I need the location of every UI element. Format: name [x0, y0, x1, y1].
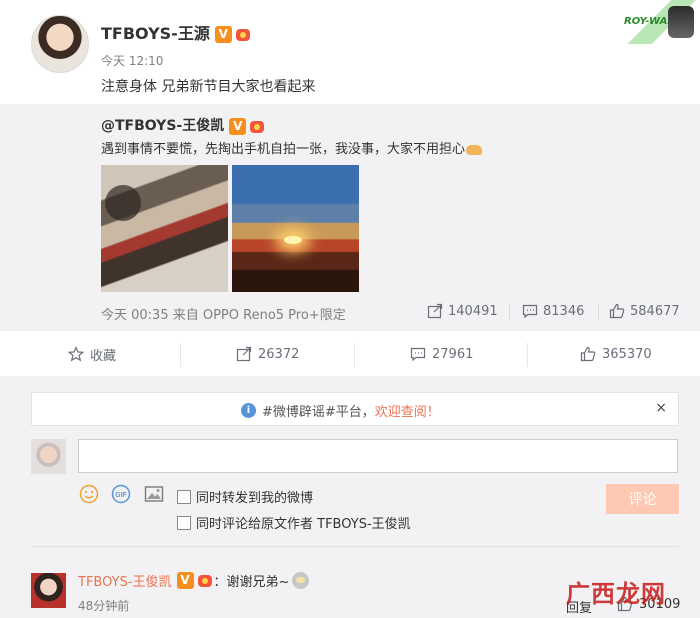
repost-image-sunset[interactable]: [232, 165, 359, 292]
comment-to-author-label[interactable]: 同时评论给原文作者 TFBOYS-王俊凯: [196, 513, 411, 532]
repost-author[interactable]: @TFBOYS-王俊凯 V: [101, 115, 266, 135]
post-text: 注意身体 兄弟新节目大家也看起来: [101, 79, 316, 95]
comment-icon: [410, 347, 426, 362]
verified-icon: V: [214, 26, 232, 43]
share-button[interactable]: 26372: [236, 331, 299, 377]
like-button[interactable]: 365370: [580, 331, 652, 377]
comment-text: ：谢谢兄弟~: [213, 575, 290, 590]
repost-author-name[interactable]: @TFBOYS-王俊凯: [101, 118, 224, 134]
post-author-name[interactable]: TFBOYS-王源: [101, 24, 210, 43]
share-icon: [427, 303, 443, 319]
emoji-icon[interactable]: [79, 484, 99, 504]
repost-checkbox[interactable]: [177, 489, 191, 504]
comment-button[interactable]: 27961: [410, 331, 473, 377]
stat-divider: [598, 305, 599, 319]
comment-time: 48分钟前: [78, 599, 130, 613]
stat-divider: [509, 305, 510, 319]
verified-icon: V: [229, 117, 247, 135]
thumbs-up-icon: [580, 346, 596, 362]
doge-emoji-icon: [292, 572, 310, 589]
current-user-avatar[interactable]: [31, 439, 66, 474]
rumor-notice-bar: i #微博辟谣#平台，欢迎查阅！ ×: [31, 392, 679, 426]
thumbs-up-icon: [609, 303, 625, 319]
weibo-card: TFBOYS-王源 V 今天 12:10 注意身体 兄弟新节目大家也看起来 ROY…: [0, 0, 700, 618]
site-watermark: 广西龙网: [566, 579, 666, 608]
comment-to-author-checkbox[interactable]: [177, 515, 191, 530]
info-icon: i: [241, 403, 256, 418]
member-crown-icon: [234, 26, 252, 43]
repost-text: 遇到事情不要慌，先掏出手机自拍一张，我没事，大家不用担心: [101, 138, 483, 157]
rumor-notice: i #微博辟谣#平台，欢迎查阅！: [241, 401, 440, 420]
comment-to-author-option[interactable]: 同时评论给原文作者 TFBOYS-王俊凯: [177, 513, 411, 532]
comment-author-avatar[interactable]: [31, 573, 66, 608]
repost-option-label[interactable]: 同时转发到我的微博: [196, 487, 313, 506]
repost-meta[interactable]: 今天 00:35 来自 OPPO Reno5 Pro+限定: [101, 304, 346, 323]
star-icon: [68, 346, 84, 362]
action-divider: [180, 343, 181, 367]
gif-icon-label: GIF: [115, 492, 127, 499]
notice-text: #微博辟谣#平台，欢迎查阅！: [262, 401, 440, 420]
repost-comment-count: 81346: [543, 303, 585, 319]
repost-comment-stat[interactable]: 81346: [522, 303, 584, 319]
share-count: 26372: [258, 346, 300, 362]
repost-text-body: 遇到事情不要慌，先掏出手机自拍一张，我没事，大家不用担心: [101, 142, 466, 157]
favorite-button[interactable]: 收藏: [68, 331, 116, 377]
submit-comment-button[interactable]: 评论: [606, 484, 679, 514]
verified-icon: V: [176, 572, 194, 589]
reposted-content: @TFBOYS-王俊凯 V 遇到事情不要慌，先掏出手机自拍一张，我没事，大家不用担…: [0, 104, 700, 330]
divider: [31, 546, 679, 547]
repost-like-stat[interactable]: 584677: [609, 303, 680, 319]
share-icon: [236, 346, 252, 362]
action-divider: [527, 343, 528, 367]
favorite-label: 收藏: [90, 348, 117, 364]
close-icon[interactable]: ×: [655, 400, 667, 416]
member-crown-icon: [196, 572, 214, 589]
comment-author[interactable]: TFBOYS-王俊凯: [78, 571, 172, 590]
flexed-biceps-emoji-icon: [465, 143, 483, 157]
repost-like-count: 584677: [630, 303, 680, 319]
post-author[interactable]: TFBOYS-王源 V: [101, 20, 252, 44]
comment-count: 27961: [432, 346, 474, 362]
repost-image-selfie[interactable]: [101, 165, 228, 292]
comment-item: TFBOYS-王俊凯 V ：谢谢兄弟~: [78, 571, 310, 590]
repost-option[interactable]: 同时转发到我的微博: [177, 487, 313, 506]
gif-icon[interactable]: GIF: [111, 484, 131, 504]
member-crown-icon: [248, 118, 266, 135]
original-post: TFBOYS-王源 V 今天 12:10 注意身体 兄弟新节目大家也看起来 ROY…: [0, 0, 700, 330]
post-action-bar: 收藏 26372 27961 365370: [0, 330, 700, 376]
comment-icon: [522, 304, 538, 319]
action-divider: [354, 343, 355, 367]
corner-logo: ROY-WANG: [622, 0, 700, 44]
notice-link[interactable]: 欢迎查阅！: [375, 405, 440, 420]
post-time[interactable]: 今天 12:10: [101, 52, 163, 69]
notice-prefix[interactable]: #微博辟谣#平台，: [262, 405, 375, 420]
like-count: 365370: [602, 346, 652, 362]
image-icon[interactable]: [144, 484, 164, 504]
repost-share-count: 140491: [448, 303, 498, 319]
corner-logo-figure: [668, 6, 694, 38]
repost-share-stat[interactable]: 140491: [427, 303, 498, 319]
author-avatar[interactable]: [31, 15, 89, 73]
comment-input[interactable]: [78, 439, 678, 473]
